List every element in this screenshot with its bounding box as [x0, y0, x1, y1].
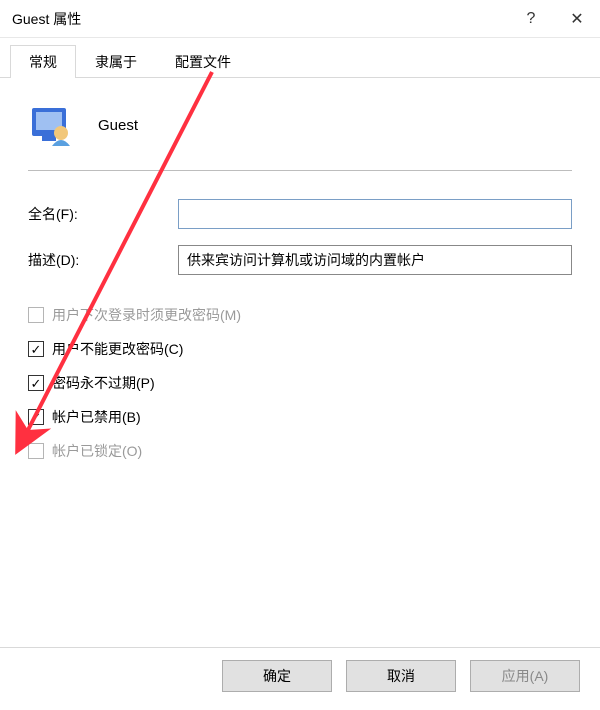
input-description[interactable] — [178, 245, 572, 275]
checkbox-label: 帐户已锁定(O) — [52, 441, 142, 461]
label-full-name: 全名(F): — [28, 204, 178, 224]
dialog-button-bar: 确定 取消 应用(A) — [0, 647, 600, 692]
checkbox-icon — [28, 307, 44, 323]
checkbox-icon — [28, 443, 44, 459]
ok-button[interactable]: 确定 — [222, 660, 332, 692]
apply-button[interactable]: 应用(A) — [470, 660, 580, 692]
tab-content-general: Guest 全名(F): 描述(D): 用户下次登录时须更改密码(M) ✓ 用户… — [0, 78, 600, 485]
tab-memberof[interactable]: 隶属于 — [76, 45, 156, 78]
checkbox-label: 用户不能更改密码(C) — [52, 339, 183, 359]
input-full-name[interactable] — [178, 199, 572, 229]
check-cannot-change-password[interactable]: ✓ 用户不能更改密码(C) — [28, 339, 572, 359]
checkbox-icon: ✓ — [28, 375, 44, 391]
check-must-change-password: 用户下次登录时须更改密码(M) — [28, 305, 572, 325]
checkbox-icon: ✓ — [28, 341, 44, 357]
divider — [28, 170, 572, 171]
checkbox-group: 用户下次登录时须更改密码(M) ✓ 用户不能更改密码(C) ✓ 密码永不过期(P… — [28, 305, 572, 461]
window-title: Guest 属性 — [12, 9, 508, 29]
cancel-button[interactable]: 取消 — [346, 660, 456, 692]
check-account-locked: 帐户已锁定(O) — [28, 441, 572, 461]
check-password-never-expires[interactable]: ✓ 密码永不过期(P) — [28, 373, 572, 393]
titlebar: Guest 属性 ? ✕ — [0, 0, 600, 38]
row-description: 描述(D): — [28, 245, 572, 275]
checkbox-icon: ✓ — [28, 409, 44, 425]
checkbox-label: 用户下次登录时须更改密码(M) — [52, 305, 241, 325]
tab-general[interactable]: 常规 — [10, 45, 76, 78]
label-description: 描述(D): — [28, 250, 178, 270]
checkbox-label: 帐户已禁用(B) — [52, 407, 141, 427]
close-button[interactable]: ✕ — [554, 0, 600, 38]
account-display-name: Guest — [98, 117, 138, 134]
tab-profile[interactable]: 配置文件 — [156, 45, 250, 78]
row-full-name: 全名(F): — [28, 199, 572, 229]
check-account-disabled[interactable]: ✓ 帐户已禁用(B) — [28, 407, 572, 427]
user-icon — [30, 102, 76, 148]
checkbox-label: 密码永不过期(P) — [52, 373, 155, 393]
tab-strip: 常规 隶属于 配置文件 — [0, 38, 600, 78]
account-header: Guest — [28, 96, 572, 164]
help-button[interactable]: ? — [508, 0, 554, 38]
